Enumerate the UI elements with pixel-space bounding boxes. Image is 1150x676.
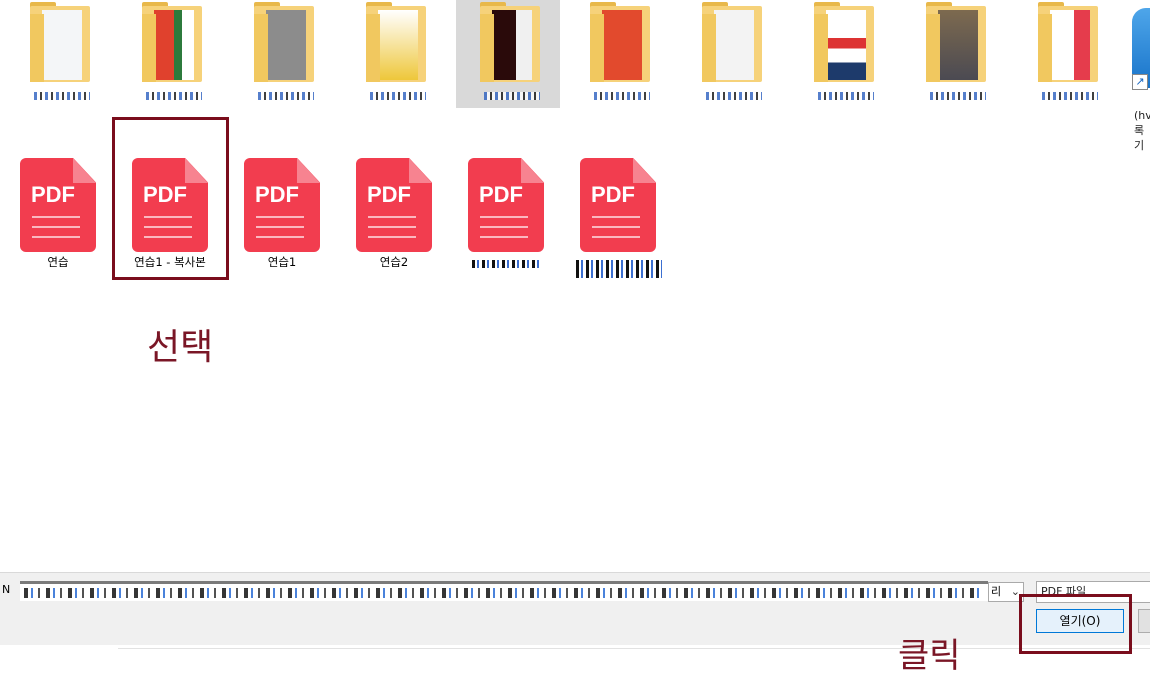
annotation-click: 클릭 [898,636,961,676]
open-button-highlight [1019,594,1132,654]
pdf-file-item[interactable]: PDF 연습 [0,156,104,286]
selection-highlight [112,117,229,280]
folder-item[interactable] [1014,0,1118,108]
shortcut-item[interactable]: ↗ (hv 록 기 [1132,4,1150,154]
folder-item[interactable] [566,0,670,108]
file-name: 연습 [47,255,69,269]
file-name-obscured [576,260,662,278]
shortcut-label: (hv 록 기 [1134,109,1150,152]
shortcut-arrow-icon: ↗ [1132,74,1148,90]
file-dialog-footer: N 리 ⌄ PDF 파일 열기(O) [0,572,1150,645]
file-name: 연습1 [267,255,297,269]
file-name: 연습2 [379,255,409,269]
folder-item[interactable] [902,0,1006,108]
folder-item[interactable] [342,0,446,108]
folder-item[interactable] [118,0,222,108]
folder-item[interactable] [790,0,894,108]
divider [118,648,1150,649]
folder-item[interactable] [230,0,334,108]
folder-item[interactable] [6,0,110,108]
folder-row [0,0,1150,110]
pdf-file-item[interactable]: PDF [560,156,664,286]
pdf-file-item[interactable]: PDF [448,156,552,286]
filename-value-obscured [24,588,984,598]
pdf-file-item[interactable]: PDF 연습1 [224,156,328,286]
folder-item[interactable] [678,0,782,108]
folder-item-selected[interactable] [456,0,560,108]
cancel-button[interactable] [1138,609,1150,633]
filename-label: N [2,583,11,596]
pdf-file-item[interactable]: PDF 연습2 [336,156,440,286]
file-name-obscured [472,260,542,268]
annotation-select: 선택 [147,327,214,368]
filename-input[interactable] [20,581,988,601]
